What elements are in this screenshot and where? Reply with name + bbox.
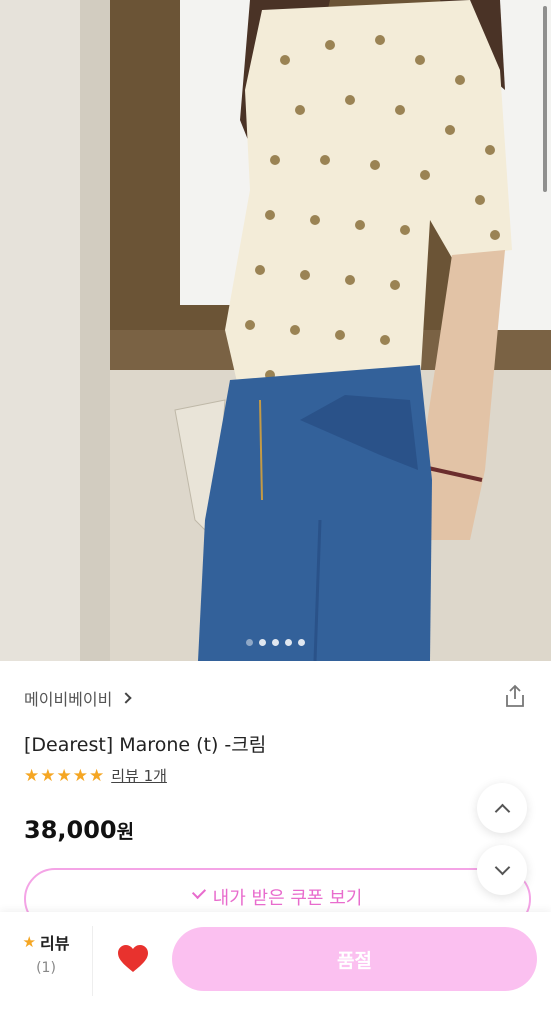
- product-photo-illustration: [0, 0, 551, 661]
- gallery-dot-4[interactable]: [285, 639, 292, 646]
- review-summary-button[interactable]: ★ 리뷰 (1): [0, 926, 93, 996]
- gallery-pagination[interactable]: [0, 639, 551, 646]
- star-icon: ★: [22, 933, 36, 951]
- bottom-action-bar: ★ 리뷰 (1) 품절: [0, 912, 551, 1026]
- brand-link[interactable]: 메이비베이비: [24, 686, 132, 710]
- review-count-link[interactable]: 리뷰 1개: [111, 765, 167, 786]
- gallery-dot-5[interactable]: [298, 639, 305, 646]
- product-price: 38,000원: [24, 816, 134, 844]
- review-count: (1): [36, 960, 56, 976]
- gallery-dot-1[interactable]: [246, 639, 253, 646]
- rating-row: ★★★★★ 리뷰 1개: [24, 765, 167, 786]
- scroll-down-button[interactable]: [477, 845, 527, 895]
- chevron-right-icon: [120, 692, 132, 704]
- review-label: 리뷰: [40, 934, 70, 953]
- check-icon: [191, 884, 206, 900]
- brand-name: 메이비베이비: [24, 690, 113, 709]
- soldout-button[interactable]: 품절: [172, 927, 537, 991]
- product-title: [Dearest] Marone (t) -크림: [24, 734, 267, 756]
- scroll-up-button[interactable]: [477, 783, 527, 833]
- coupon-label: 내가 받은 쿠폰 보기: [212, 888, 363, 909]
- review-summary-header: ★ 리뷰: [0, 930, 92, 954]
- heart-icon[interactable]: [117, 944, 149, 974]
- gallery-dot-3[interactable]: [272, 639, 279, 646]
- share-icon[interactable]: [502, 683, 528, 709]
- chevron-up-icon: [494, 803, 510, 819]
- price-unit: 원: [116, 821, 135, 843]
- rating-stars: ★★★★★: [24, 765, 106, 786]
- chevron-down-icon: [494, 859, 510, 875]
- scroll-indicator: [543, 6, 547, 192]
- gallery-dot-2[interactable]: [259, 639, 266, 646]
- product-image[interactable]: [0, 0, 551, 661]
- price-value: 38,000: [24, 816, 117, 844]
